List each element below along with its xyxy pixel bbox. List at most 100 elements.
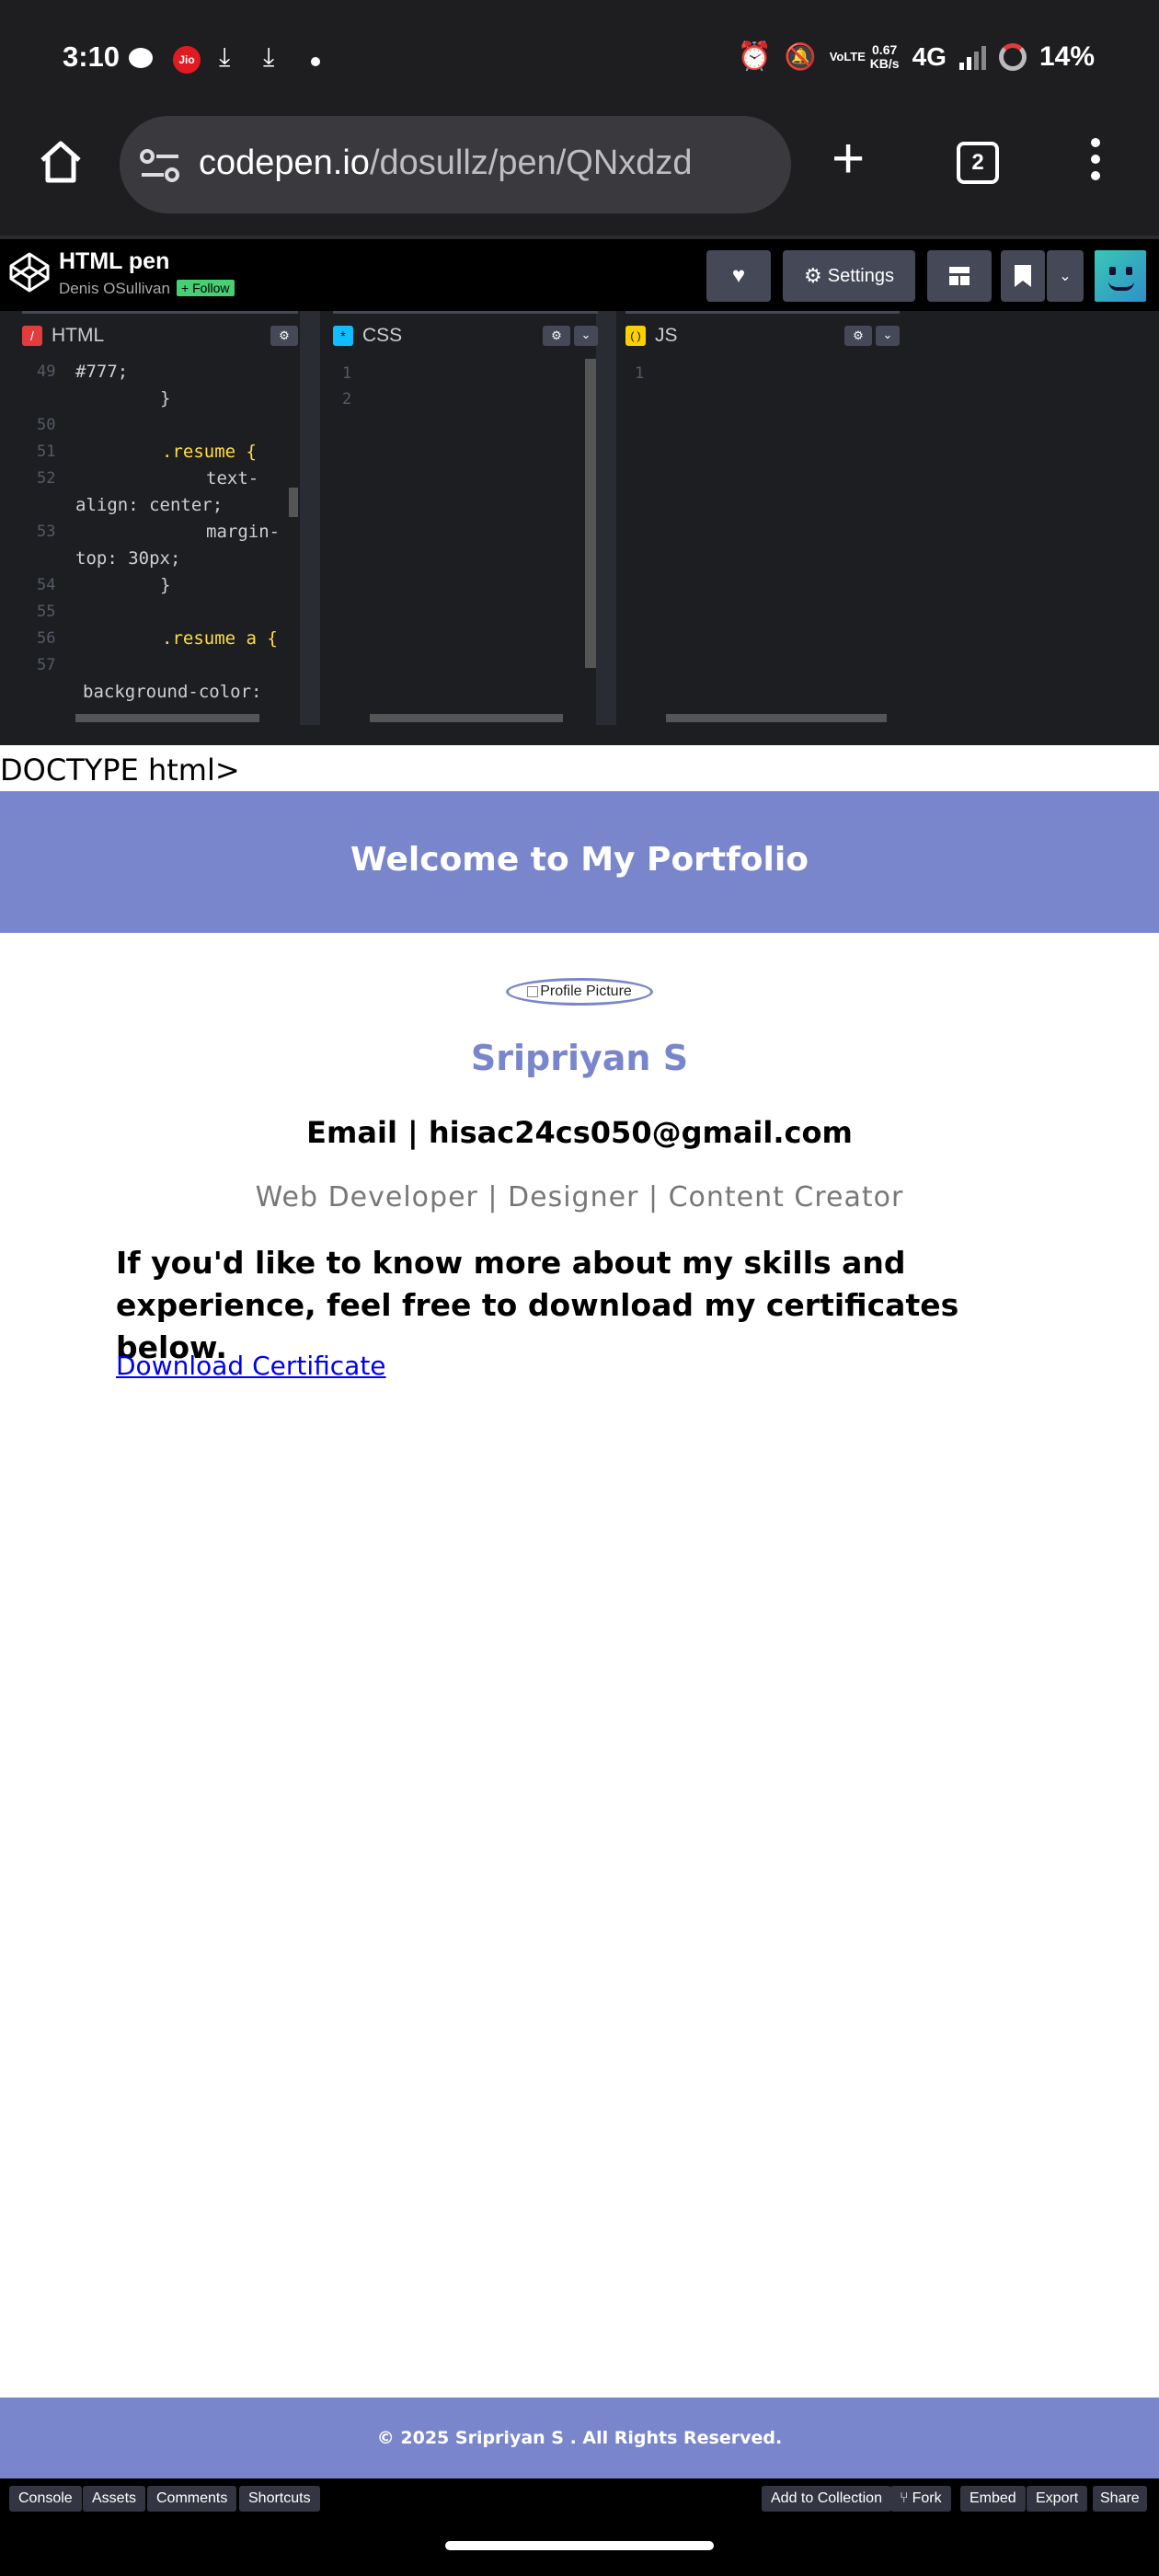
like-button[interactable]: ♥ bbox=[706, 250, 771, 302]
code-line: 54} bbox=[22, 572, 298, 599]
settings-button[interactable]: ⚙ Settings bbox=[783, 250, 915, 302]
system-nav-area bbox=[0, 2517, 1159, 2576]
line-number: 49 bbox=[37, 362, 56, 381]
codepen-logo-icon[interactable] bbox=[7, 250, 52, 294]
css-vertical-scrollbar[interactable] bbox=[585, 359, 596, 668]
battery-icon bbox=[998, 42, 1027, 71]
browser-toolbar: codepen.io/dosullz/pen/QNxdzd + 2 bbox=[0, 103, 1159, 236]
code-line: 49 #777; bbox=[22, 359, 298, 385]
tab-switcher-button[interactable]: 2 bbox=[957, 142, 999, 184]
code-text: .resume a { bbox=[162, 628, 278, 649]
tab-html[interactable]: / HTML ⚙ bbox=[22, 311, 298, 357]
js-settings-icon[interactable]: ⚙ bbox=[844, 325, 872, 346]
signal-icon bbox=[958, 44, 986, 70]
line-number: 50 bbox=[37, 416, 56, 434]
bookmark-button[interactable] bbox=[1001, 250, 1045, 302]
download-certificate-link[interactable]: Download Certificate bbox=[116, 1351, 386, 1381]
js-horizontal-scrollbar[interactable] bbox=[666, 714, 887, 722]
css-code[interactable]: 1 2 bbox=[333, 359, 598, 723]
chevron-down-icon: ⌄ bbox=[1059, 269, 1072, 284]
code-line: 55 bbox=[22, 599, 298, 626]
carrier-badge: Jio bbox=[173, 46, 201, 74]
share-button[interactable]: Share bbox=[1093, 2486, 1147, 2512]
export-button[interactable]: Export bbox=[1027, 2486, 1088, 2512]
alarm-icon: ⏰ bbox=[737, 41, 772, 72]
code-text: } bbox=[160, 575, 171, 595]
status-right-group: ⏰ 🔕 VoLTE 0.67 KB/s 4G 14% bbox=[737, 40, 1095, 73]
home-gesture-bar[interactable] bbox=[445, 2541, 714, 2550]
mute-icon: 🔕 bbox=[784, 42, 817, 71]
tab-js[interactable]: ( ) JS ⚙ ⌄ bbox=[625, 311, 900, 357]
codepen-header: HTML pen Denis OSullivan + Follow ♥ ⚙ Se… bbox=[0, 236, 1159, 311]
html-horizontal-scrollbar[interactable] bbox=[75, 714, 259, 722]
code-line: 52 text- bbox=[22, 466, 298, 492]
js-editor-pane: ( ) JS ⚙ ⌄ 1 bbox=[616, 311, 1159, 725]
shortcuts-button[interactable]: Shortcuts bbox=[239, 2486, 320, 2512]
broken-image-icon bbox=[527, 986, 539, 997]
address-bar[interactable]: codepen.io/dosullz/pen/QNxdzd bbox=[120, 116, 791, 213]
css-collapse-icon[interactable]: ⌄ bbox=[574, 325, 598, 346]
code-line: 57 bbox=[22, 652, 298, 679]
assets-button[interactable]: Assets bbox=[83, 2486, 146, 2512]
speed-indicator: 0.67 KB/s bbox=[869, 41, 900, 71]
portfolio-footer: © 2025 Sripriyan S . All Rights Reserved… bbox=[0, 2398, 1159, 2478]
pen-author[interactable]: Denis OSullivan bbox=[59, 280, 170, 298]
preview-frame: DOCTYPE html> Welcome to My Portfolio Pr… bbox=[0, 745, 1159, 2478]
network-type: 4G bbox=[912, 41, 947, 71]
status-bar: 3:10 Jio ⤓ ⤓ ⏰ 🔕 VoLTE 0.67 KB/s 4G 14% bbox=[0, 0, 1159, 120]
avatar[interactable] bbox=[1095, 250, 1146, 302]
code-text: .resume { bbox=[162, 442, 257, 462]
footer-text: © 2025 Sripriyan S . All Rights Reserved… bbox=[376, 2428, 783, 2448]
code-text: align: center; bbox=[75, 495, 224, 515]
css-horizontal-scrollbar[interactable] bbox=[370, 714, 563, 722]
line-number: 57 bbox=[37, 656, 56, 674]
pen-title[interactable]: HTML pen bbox=[59, 248, 169, 275]
bookmark-dropdown[interactable]: ⌄ bbox=[1047, 250, 1084, 302]
url-path: /dosullz/pen/QNxdzd bbox=[369, 144, 693, 182]
css-editor-pane: * CSS ⚙ ⌄ 1 2 bbox=[320, 311, 616, 725]
url-host: codepen.io bbox=[199, 144, 370, 182]
line-number: 54 bbox=[37, 576, 56, 594]
profile-email: Email | hisac24cs050@gmail.com bbox=[306, 1115, 853, 1150]
js-icon: ( ) bbox=[625, 325, 646, 346]
code-line: align: center; bbox=[22, 492, 298, 519]
add-to-collection-button[interactable]: Add to Collection bbox=[762, 2486, 891, 2512]
html-settings-icon[interactable]: ⚙ bbox=[270, 325, 298, 346]
home-icon[interactable] bbox=[37, 138, 85, 186]
bookmark-icon bbox=[1015, 265, 1031, 287]
code-text: top: 30px; bbox=[75, 548, 181, 569]
code-text: } bbox=[160, 388, 171, 408]
banner-title: Welcome to My Portfolio bbox=[350, 841, 809, 879]
site-settings-icon[interactable] bbox=[140, 149, 180, 182]
code-line: 50 bbox=[22, 412, 298, 439]
volte-indicator: VoLTE bbox=[829, 49, 866, 63]
new-tab-icon[interactable]: + bbox=[832, 131, 865, 188]
profile-roles: Web Developer | Designer | Content Creat… bbox=[255, 1181, 904, 1213]
code-text: background-color: bbox=[83, 682, 262, 702]
editor-area: / HTML ⚙ 49 #777;} 50 51 .resume {52 text-ali… bbox=[0, 311, 1159, 745]
css-icon: * bbox=[333, 325, 353, 346]
download-icon: ⤓ bbox=[263, 42, 275, 71]
css-line-number: 2 bbox=[342, 390, 352, 408]
fork-icon: ⑂ bbox=[900, 2490, 909, 2506]
layout-button[interactable] bbox=[927, 250, 992, 302]
layout-icon bbox=[949, 267, 970, 285]
code-text: margin- bbox=[206, 522, 281, 542]
comments-button[interactable]: Comments bbox=[147, 2486, 237, 2512]
html-icon: / bbox=[22, 325, 42, 346]
html-code[interactable]: 49 #777;} 50 51 .resume {52 text-align: cente… bbox=[22, 359, 298, 723]
css-settings-icon[interactable]: ⚙ bbox=[543, 325, 570, 346]
html-vertical-scrollbar[interactable] bbox=[289, 488, 298, 517]
css-line-number: 1 bbox=[342, 364, 352, 383]
js-line-number: 1 bbox=[635, 364, 645, 383]
fork-button[interactable]: ⑂ Fork bbox=[890, 2486, 951, 2512]
url-text[interactable]: codepen.io/dosullz/pen/QNxdzd bbox=[199, 144, 693, 183]
js-collapse-icon[interactable]: ⌄ bbox=[876, 325, 900, 346]
embed-button[interactable]: Embed bbox=[960, 2486, 1026, 2512]
js-code[interactable]: 1 bbox=[625, 359, 900, 723]
overflow-menu-icon[interactable] bbox=[1091, 138, 1102, 180]
follow-button[interactable]: + Follow bbox=[177, 280, 235, 296]
tab-css[interactable]: * CSS ⚙ ⌄ bbox=[333, 311, 598, 357]
console-button[interactable]: Console bbox=[9, 2486, 82, 2512]
battery-percent: 14% bbox=[1039, 40, 1095, 72]
